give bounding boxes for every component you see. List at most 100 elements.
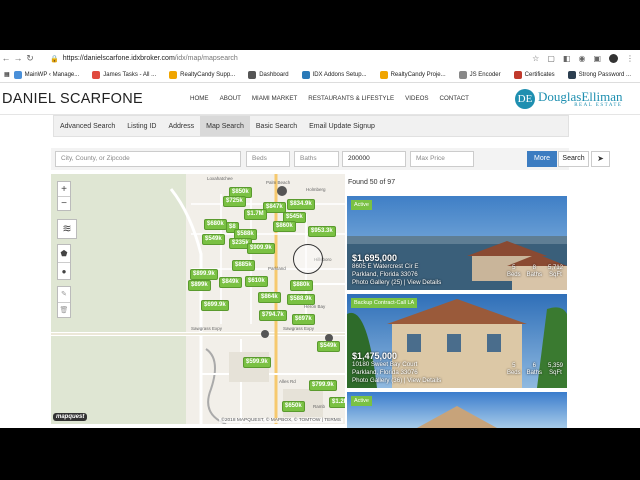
tab-listing-id[interactable]: Listing ID <box>121 116 162 136</box>
map-price-pin[interactable]: $834.9k <box>287 199 315 210</box>
map-price-pin[interactable]: $1.2k <box>329 397 345 408</box>
search-button[interactable]: Search <box>558 151 589 167</box>
map-price-pin[interactable]: $880k <box>290 280 313 291</box>
bookmark-item[interactable]: RealtyCandy Supp... <box>169 70 235 79</box>
listing-links[interactable]: Photo Gallery (36) | View Details <box>352 377 441 385</box>
max-price-input[interactable]: Max Price <box>410 151 474 167</box>
bookmark-item[interactable]: James Tasks - All ... <box>92 70 157 79</box>
map-price-pin[interactable]: $799.9k <box>309 380 337 391</box>
map-price-pin[interactable]: $864k <box>258 292 281 303</box>
nav-item[interactable]: MIAMI MARKET <box>252 95 297 102</box>
map-price-pin[interactable]: $849k <box>219 277 242 288</box>
menu-icon[interactable]: ⋮ <box>626 54 634 63</box>
listing-price: $1,475,000 <box>352 351 398 361</box>
map-place-label: Palm Beach <box>266 180 291 185</box>
tab-address[interactable]: Address <box>162 116 200 136</box>
more-button[interactable]: More <box>527 151 557 167</box>
polygon-draw-icon[interactable]: ⬟ <box>58 245 70 263</box>
beds-value: 5 <box>512 363 516 369</box>
extension-icon[interactable]: ◉ <box>578 54 585 63</box>
edit-icon[interactable]: ✎ <box>58 287 70 303</box>
bookmark-item[interactable]: MainWP ‹ Manage... <box>13 70 79 79</box>
locate-icon[interactable]: ➤ <box>591 151 610 167</box>
tab-advanced-search[interactable]: Advanced Search <box>54 116 121 136</box>
location-input[interactable]: City, County, or Zipcode <box>55 151 241 167</box>
bookmark-label: JS Encoder <box>469 71 501 78</box>
tab-basic-search[interactable]: Basic Search <box>250 116 303 136</box>
zoom-in-button[interactable]: + <box>58 182 70 197</box>
layers-icon[interactable]: ≋ <box>57 219 77 239</box>
bookmark-item[interactable]: Certificates <box>513 70 555 79</box>
nav-item[interactable]: VIDEOS <box>405 95 428 102</box>
beds-value: 5 <box>512 265 516 271</box>
brand-logo[interactable]: DE DouglasElliman REAL ESTATE <box>515 89 623 109</box>
listing-address: 10180 Sweet Bay Court <box>352 361 418 368</box>
map-price-pin[interactable]: $650k <box>282 401 305 412</box>
status-badge: Active <box>351 200 372 210</box>
bookmark-label: IDX Addons Setup... <box>312 71 367 78</box>
url-path: /idx/map/mapsearch <box>174 55 238 62</box>
map-place-label: Alles Rd <box>279 379 296 384</box>
map-price-pin[interactable]: $909.9k <box>247 243 275 254</box>
nav-item[interactable]: CONTACT <box>440 95 469 102</box>
listing-links[interactable]: Photo Gallery (25) | View Details <box>352 279 441 287</box>
map-view[interactable]: + − ≋ ⬟ ● ✎ 🗑 $850k $725k $847k $834.9k $1.7… <box>51 174 345 424</box>
tab-email-update-signup[interactable]: Email Update Signup <box>303 116 381 136</box>
nav-item[interactable]: RESTAURANTS & LIFESTYLE <box>308 95 394 102</box>
beds-select[interactable]: Beds <box>246 151 290 167</box>
extension-icon[interactable]: ▣ <box>593 54 601 63</box>
bookmark-item[interactable]: Dashboard <box>248 70 289 79</box>
map-price-pin[interactable]: $899.9k <box>190 269 218 280</box>
bookmark-item[interactable]: IDX Addons Setup... <box>301 70 367 79</box>
listing-price: $1,695,000 <box>352 253 398 263</box>
listing-card[interactable]: Backup Contract-Call LA $1,475,000 10180… <box>347 294 567 388</box>
bookmark-item[interactable]: RealtyCandy Proje... <box>379 70 446 79</box>
delete-icon[interactable]: 🗑 <box>58 303 70 318</box>
results-count: Found 50 of 97 <box>348 179 396 186</box>
listing-stats: 5 Beds 8 Baths 5,712 SqFt <box>507 265 563 279</box>
map-price-pin[interactable]: $599.9k <box>243 357 271 368</box>
circle-draw-icon[interactable]: ● <box>58 263 70 280</box>
star-icon[interactable]: ☆ <box>532 54 539 63</box>
beds-label: Beds <box>506 370 521 376</box>
bookmark-label: James Tasks - All ... <box>103 71 157 78</box>
nav-item[interactable]: ABOUT <box>220 95 241 102</box>
extension-icon[interactable]: ▢ <box>547 54 555 63</box>
map-place-label: Loxahatchee <box>207 176 233 181</box>
map-price-pin[interactable]: $549k <box>202 234 225 245</box>
apps-icon[interactable]: ▦ <box>4 71 10 78</box>
map-price-pin[interactable]: $725k <box>223 196 246 207</box>
zoom-out-button[interactable]: − <box>58 197 70 211</box>
sqft-value: 5,359 <box>547 363 563 369</box>
listing-card[interactable]: Active $1,695,000 8605 E Watercrest Cir … <box>347 196 567 290</box>
browser-actions: ☆ ▢ ◧ ◉ ▣ ⋮ <box>532 50 634 67</box>
reload-icon[interactable]: ↻ <box>24 50 36 67</box>
map-price-pin[interactable]: $549k <box>317 341 340 352</box>
bookmark-item[interactable]: Strong Password ... <box>567 70 631 79</box>
map-price-pin[interactable]: $899k <box>188 280 211 291</box>
forward-icon[interactable]: → <box>12 50 24 67</box>
listing-card[interactable]: Active <box>347 392 567 428</box>
map-price-pin[interactable]: $680k <box>204 219 227 230</box>
map-place-label: Ramb <box>313 404 326 409</box>
map-price-pin[interactable]: $610k <box>245 276 268 287</box>
url-field[interactable]: 🔒 https://danielscarfone.idxbroker.com /… <box>50 55 238 63</box>
site-logo[interactable]: DANIEL SCARFONE <box>2 91 143 107</box>
nav-item[interactable]: HOME <box>190 95 209 102</box>
profile-avatar[interactable] <box>609 54 618 63</box>
tab-map-search[interactable]: Map Search <box>200 116 250 136</box>
bookmark-item[interactable]: JS Encoder <box>458 70 501 79</box>
map-price-pin[interactable]: $697k <box>292 314 315 325</box>
map-price-pin[interactable]: $885k <box>232 260 255 271</box>
map-price-pin[interactable]: $953.3k <box>308 226 336 237</box>
back-icon[interactable]: ← <box>0 50 12 67</box>
baths-select[interactable]: Baths <box>294 151 339 167</box>
map-price-pin[interactable]: $699.9k <box>201 300 229 311</box>
map-price-pin[interactable]: $794.7k <box>259 310 287 321</box>
map-attribution[interactable]: ©2018 MAPQUEST, © MAPBOX, © TOMTOW | TER… <box>219 418 343 423</box>
min-price-input[interactable]: 200000 <box>342 151 406 167</box>
extension-icon[interactable]: ◧ <box>563 54 571 63</box>
bookmark-icon <box>248 70 257 79</box>
map-price-pin[interactable]: $1.7M <box>244 209 267 220</box>
map-price-pin[interactable]: $860k <box>273 221 296 232</box>
